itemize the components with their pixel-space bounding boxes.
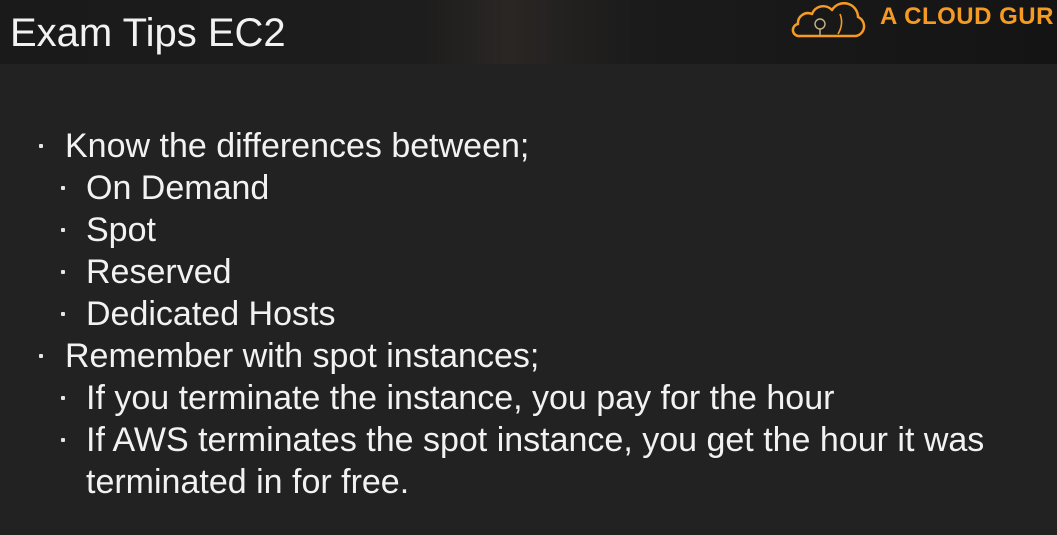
- list-item-text: Know the differences between;: [65, 127, 530, 165]
- bullet-icon: [61, 270, 65, 274]
- slide-header: Exam Tips EC2 A CLOUD GUR: [0, 0, 1057, 64]
- cloud-logo-icon: [791, 2, 866, 38]
- list-item-text: If AWS terminates the spot instance, you…: [86, 421, 985, 459]
- list-item: Know the differences between;: [0, 125, 1057, 167]
- bullet-icon: [61, 312, 65, 316]
- list-item-text: Reserved: [86, 253, 232, 291]
- list-item-text: If you terminate the instance, you pay f…: [86, 379, 835, 417]
- slide-title: Exam Tips EC2: [10, 11, 286, 55]
- list-item: On Demand: [0, 167, 1057, 209]
- bullet-icon: [39, 354, 43, 358]
- bullet-icon: [61, 396, 65, 400]
- list-item: Remember with spot instances;: [0, 335, 1057, 377]
- list-item: Reserved: [0, 251, 1057, 293]
- bullet-icon: [61, 228, 65, 232]
- brand-logo-text: A CLOUD GUR: [880, 3, 1054, 30]
- list-item: Spot: [0, 209, 1057, 251]
- list-item-text: terminated in for free.: [86, 463, 410, 501]
- bullet-icon: [61, 186, 65, 190]
- bullet-list: Know the differences between; On Demand …: [0, 125, 1057, 503]
- list-item: If AWS terminates the spot instance, you…: [0, 419, 1057, 461]
- slide: Exam Tips EC2 A CLOUD GUR Know the diffe…: [0, 0, 1057, 535]
- list-item-text: Dedicated Hosts: [86, 295, 336, 333]
- list-item-text: Spot: [86, 211, 156, 249]
- list-item: Dedicated Hosts: [0, 293, 1057, 335]
- list-item-continuation: terminated in for free.: [0, 461, 1057, 503]
- list-item-text: Remember with spot instances;: [65, 337, 540, 375]
- list-item-text: On Demand: [86, 169, 270, 207]
- bullet-icon: [39, 144, 43, 148]
- bullet-icon: [61, 438, 65, 442]
- list-item: If you terminate the instance, you pay f…: [0, 377, 1057, 419]
